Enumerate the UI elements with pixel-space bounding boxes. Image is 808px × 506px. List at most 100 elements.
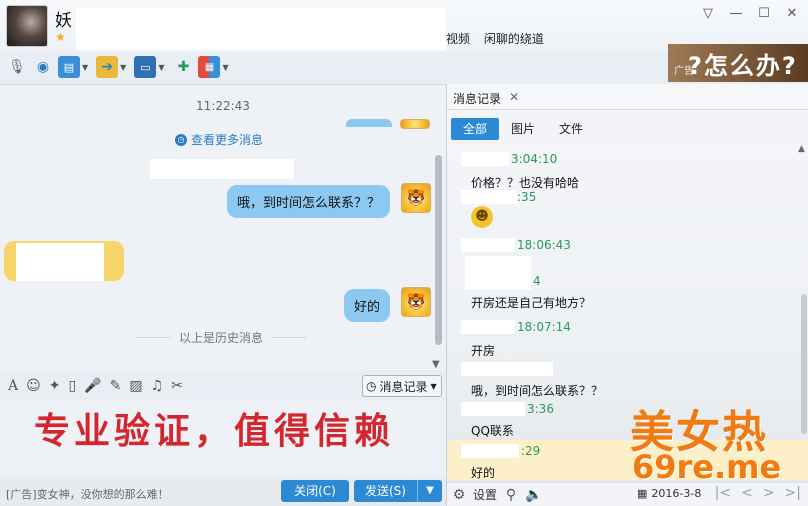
voice-icon[interactable]: 🎤 [84,378,101,394]
tiger-avatar-icon[interactable] [400,119,430,129]
input-toolbar: A ☺ ✦ ▯ 🎤 ✎ ▨ ♫ ✂ ◷ 消息记录 ▼ [0,372,446,400]
speaker-icon[interactable]: 🔈 [525,487,542,503]
pager: |< < > >| [715,485,801,501]
send-button[interactable]: 发送(S) ▼ [354,480,442,502]
scroll-down-icon[interactable]: ▼ [432,359,440,370]
close-button[interactable]: 关闭(C) [281,480,349,502]
tab-label: 消息记录 [453,92,502,106]
list-item[interactable]: 4 开房还是自己有地方？ [457,274,777,311]
chat-area: 11:22:43 ◷ 查看更多消息 哦，到时间怎么联系？？ 🐯 好的 🐯 以上是… [0,84,446,370]
tiger-avatar-icon[interactable]: 🐯 [401,183,431,213]
entry-time: 4 [533,274,541,288]
record-filter-tabs: 全部 图片 文件 [451,118,595,140]
nav-links: 视频 闲聊的绕道 [446,30,554,47]
top-ad-banner[interactable]: ?怎么办? 广告 [668,44,808,82]
screenshot-icon[interactable]: ✂ [171,378,183,394]
entry-message: 开房还是自己有地方？ [471,296,592,310]
top-ad-tag: 广告 [674,66,694,77]
redacted-area [76,8,446,50]
new-discussion-icon[interactable]: ✚ [172,56,194,78]
window-controls: ▽ — ☐ ✕ [700,6,800,22]
message-timestamp: 11:22:43 [196,99,250,113]
close-icon[interactable]: ✕ [509,90,519,107]
bottom-bar: [广告]变女神，没你想的那么难！ 关闭(C) 发送(S) ▼ [0,478,446,506]
nav-link-video[interactable]: 视频 [446,32,470,46]
gear-icon[interactable]: ⚙ [451,487,467,503]
dropdown-icon[interactable]: ▽ [700,6,716,22]
redacted-area [461,190,517,204]
message-record-button[interactable]: ◷ 消息记录 ▼ [362,375,442,397]
remote-desktop-icon[interactable]: ▭ [134,56,157,78]
microphone-icon[interactable]: 🎙 [6,56,28,78]
history-divider-label: 以上是历史消息 [179,331,264,345]
calendar-icon: ▦ [637,487,648,500]
history-divider: 以上是历史消息 [136,329,307,346]
redacted-area [461,402,525,416]
tab-message-record[interactable]: 消息记录 ✕ [453,90,519,107]
sent-message: 好的 [343,289,390,322]
redacted-area [461,362,553,376]
magic-icon[interactable]: ✦ [49,378,61,394]
view-more-label: 查看更多消息 [191,133,264,147]
edit-icon[interactable]: ✎ [110,378,122,394]
music-icon[interactable]: ♫ [151,378,164,394]
chevron-down-icon[interactable]: ▼ [82,63,88,72]
nav-link-chat[interactable]: 闲聊的绕道 [484,32,544,46]
ad-link[interactable]: [广告]变女神，没你想的那么难！ [6,486,169,502]
maximize-icon[interactable]: ☐ [756,6,772,22]
redacted-area [461,320,515,334]
first-page-icon[interactable]: |< [715,485,731,501]
chat-scrollbar[interactable] [435,155,442,345]
top-ad-text: ?怎么办? [688,52,798,80]
chevron-down-icon[interactable]: ▼ [158,63,164,72]
message-input[interactable]: 专业验证，值得信赖 [0,400,446,476]
close-icon[interactable]: ✕ [784,6,800,22]
date-picker[interactable]: ▦ 2016-3-8 [637,487,701,500]
divider-line [136,337,171,338]
clock-icon: ◷ [366,379,377,393]
record-scrollbar[interactable] [801,294,807,434]
last-page-icon[interactable]: >| [785,485,801,501]
font-icon[interactable]: A [8,378,18,394]
date-value: 2016-3-8 [651,487,702,500]
view-more-messages-link[interactable]: ◷ 查看更多消息 [175,131,263,148]
chevron-down-icon[interactable]: ▼ [120,63,126,72]
tab-all[interactable]: 全部 [451,118,500,140]
redacted-area [461,152,509,166]
minimize-icon[interactable]: — [728,6,744,22]
avatar[interactable] [6,5,48,47]
tiger-avatar-icon[interactable]: 🐯 [401,287,431,317]
entry-message: 价格？？也没有哈哈 [471,176,580,190]
vibrate-icon[interactable]: ▯ [68,378,76,394]
redacted-area [16,243,104,281]
watermark-text: 专业验证，值得信赖 [34,410,395,452]
apps-icon[interactable]: ▦ [198,56,221,78]
settings-label[interactable]: 设置 [473,486,497,503]
search-icon[interactable]: ⚲ [503,487,519,503]
contact-name[interactable]: 妖 [55,6,72,31]
image-icon[interactable]: ▨ [129,378,142,394]
divider-line [271,337,307,338]
clock-icon: ◷ [175,133,187,146]
partial-bubble [346,119,392,127]
chat-toolbar: 🎙 ◉ ▤ ▼ ➔ ▼ ▭ ▼ ✚ ▦ ▼ [0,52,310,82]
redacted-area [461,238,515,252]
chevron-down-icon[interactable]: ▼ [222,63,228,72]
watermark-url: 69re.me [632,448,782,486]
star-icon: ★ [55,30,66,44]
redacted-area [461,444,519,458]
entry-message: 开房 [471,344,496,358]
emoji-icon[interactable]: ☺ [26,378,41,394]
scroll-up-icon[interactable]: ▲ [798,144,805,154]
send-file-icon[interactable]: ➔ [96,56,119,78]
tab-files[interactable]: 文件 [547,118,595,140]
send-label[interactable]: 发送(S) [354,480,418,502]
message-record-label: 消息记录 [379,379,428,394]
next-page-icon[interactable]: > [763,485,775,501]
screen-share-icon[interactable]: ▤ [58,56,80,78]
sent-message: 哦，到时间怎么联系？？ [226,185,390,218]
webcam-icon[interactable]: ◉ [32,56,54,78]
tab-images[interactable]: 图片 [499,118,547,140]
chevron-down-icon[interactable]: ▼ [418,480,442,502]
prev-page-icon[interactable]: < [741,485,753,501]
